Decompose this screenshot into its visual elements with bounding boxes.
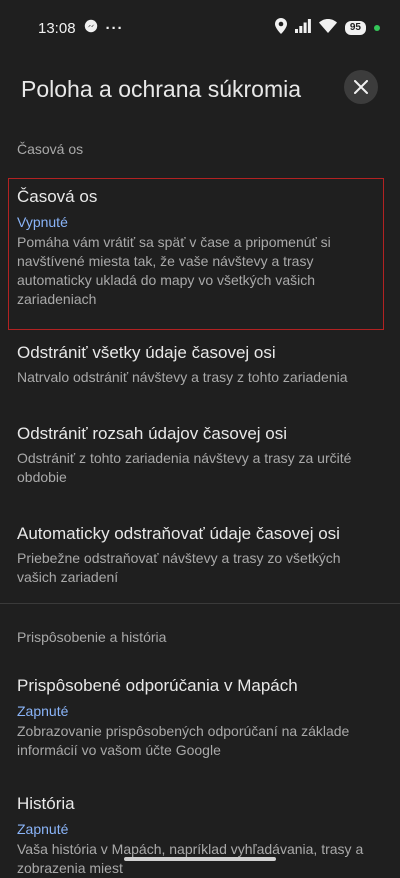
delete-all-timeline-data[interactable]: Odstrániť všetky údaje časovej osi Natrv…	[0, 342, 400, 387]
auto-delete-timeline-data[interactable]: Automaticky odstraňovať údaje časovej os…	[0, 523, 400, 587]
status-left: 13:08 ···	[38, 19, 124, 37]
battery-icon: 95	[344, 21, 366, 35]
item-description: Natrvalo odstrániť návštevy a trasy z to…	[17, 369, 348, 385]
item-status: Zapnuté	[17, 703, 69, 719]
privacy-indicator-dot	[374, 25, 380, 31]
home-indicator[interactable]	[124, 857, 276, 861]
item-title: Časová os	[17, 187, 98, 206]
signal-icon	[294, 19, 311, 37]
item-description: Pomáha vám vrátiť sa späť v čase a pripo…	[17, 234, 331, 307]
item-status: Vypnuté	[17, 214, 68, 230]
section-header-timeline: Časová os	[17, 141, 84, 157]
status-time: 13:08	[38, 19, 76, 37]
item-title: História	[17, 794, 75, 813]
section-divider	[0, 603, 400, 604]
item-status: Zapnuté	[17, 821, 69, 837]
more-notifications-icon: ···	[105, 19, 124, 37]
status-bar: 13:08 ··· 95	[0, 0, 400, 56]
section-header-personalization: Prispôsobenie a história	[17, 629, 167, 645]
close-button[interactable]	[344, 70, 378, 104]
page-title: Poloha a ochrana súkromia	[21, 76, 301, 102]
history-setting[interactable]: História Zapnuté Vaša história v Mapách,…	[0, 793, 400, 878]
item-title: Prispôsobené odporúčania v Mapách	[17, 676, 298, 695]
item-description: Priebežne odstraňovať návštevy a trasy z…	[17, 550, 341, 585]
item-title: Automaticky odstraňovať údaje časovej os…	[17, 524, 340, 543]
wifi-icon	[318, 19, 337, 37]
messenger-icon	[84, 19, 98, 37]
timeline-setting[interactable]: Časová os Vypnuté Pomáha vám vrátiť sa s…	[0, 186, 400, 309]
location-icon	[274, 18, 287, 38]
item-title: Odstrániť rozsah údajov časovej osi	[17, 424, 288, 443]
item-title: Odstrániť všetky údaje časovej osi	[17, 343, 276, 362]
app-header: Poloha a ochrana súkromia	[0, 68, 400, 114]
close-icon	[354, 80, 368, 94]
delete-timeline-range[interactable]: Odstrániť rozsah údajov časovej osi Odst…	[0, 423, 400, 487]
item-description: Zobrazovanie prispôsobených odporúčaní n…	[17, 723, 350, 758]
item-description: Odstrániť z tohto zariadenia návštevy a …	[17, 450, 352, 485]
personalized-recommendations[interactable]: Prispôsobené odporúčania v Mapách Zapnut…	[0, 675, 400, 760]
status-right: 95	[274, 18, 380, 38]
